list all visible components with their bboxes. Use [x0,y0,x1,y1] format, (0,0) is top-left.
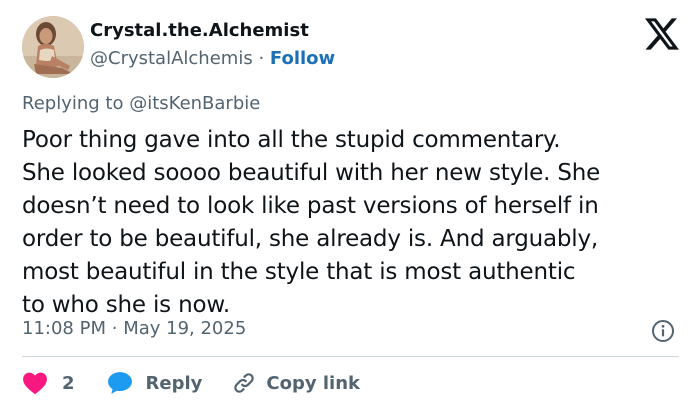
date-separator: · [111,318,118,339]
handle-separator: · [258,48,265,69]
x-logo-icon[interactable] [645,18,679,50]
avatar[interactable] [22,16,84,78]
follow-button[interactable]: Follow [270,48,335,69]
link-icon [234,373,255,393]
action-bar: 2 Reply Copy link [22,368,360,398]
like-button[interactable]: 2 [22,371,107,395]
reply-label: Reply [145,372,203,394]
display-name[interactable]: Crystal.the.Alchemist [90,20,309,41]
replying-prefix: Replying to [22,93,124,114]
user-handle[interactable]: @CrystalAlchemis [90,48,253,69]
tweet-card: Crystal.the.Alchemist @CrystalAlchemis ·… [0,0,700,410]
handle-row: @CrystalAlchemis · Follow [90,48,335,69]
copy-link-button[interactable]: Copy link [232,371,360,395]
tweet-text-line: She looked soooo beautiful with her new … [22,160,601,186]
timestamp-link[interactable]: 11:08 PM · May 19, 2025 [22,318,246,339]
heart-icon [23,372,47,395]
info-icon[interactable] [651,319,675,343]
tweet-text-line: most beautiful in the style that is most… [22,259,576,285]
divider [22,356,679,357]
tweet-text-line: order to be beautiful, she already is. A… [22,226,598,252]
tweet-time: 11:08 PM [22,318,106,339]
speech-bubble-icon [107,372,132,394]
tweet-text-line: doesn’t need to look like past versions … [22,193,599,219]
tweet-text-line: Poor thing gave into all the stupid comm… [22,127,561,153]
replying-mention-link[interactable]: @itsKenBarbie [129,93,260,114]
tweet-text: Poor thing gave into all the stupid comm… [22,124,692,322]
like-count: 2 [62,372,75,394]
tweet-date: May 19, 2025 [123,318,247,339]
copy-link-label: Copy link [266,372,360,394]
reply-button[interactable]: Reply [107,371,233,395]
replying-to: Replying to @itsKenBarbie [22,93,260,114]
